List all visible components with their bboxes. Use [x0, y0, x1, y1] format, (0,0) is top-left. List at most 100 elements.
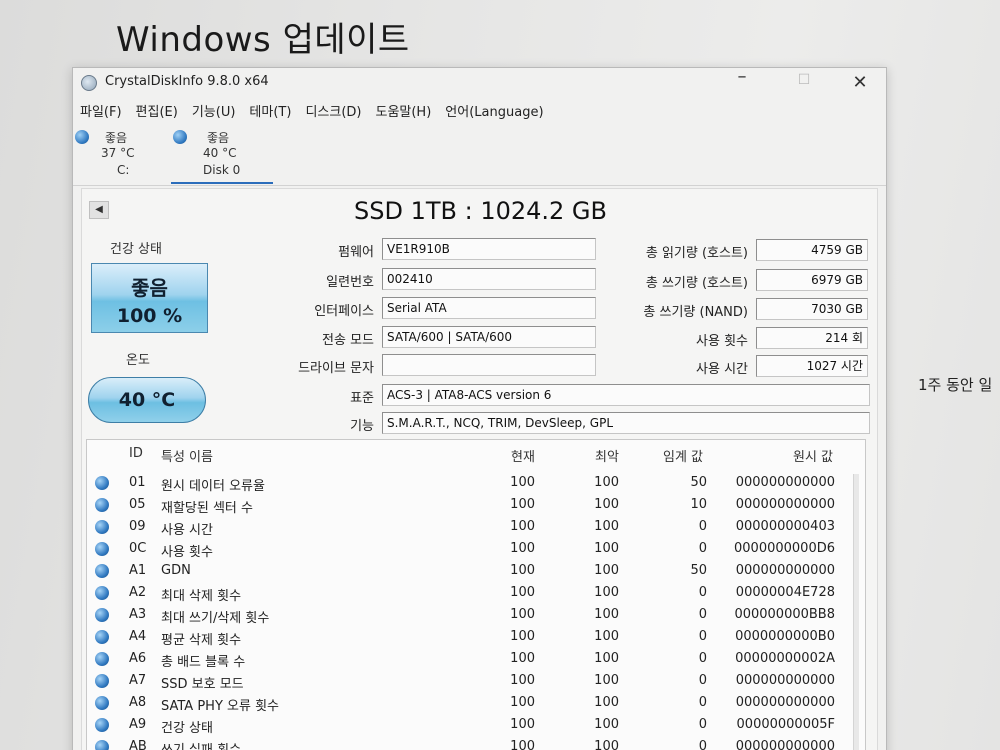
cell-worst: 100: [594, 651, 619, 666]
minimize-button[interactable]: –: [727, 68, 757, 87]
menu-edit[interactable]: 편집(E): [129, 102, 185, 124]
cell-worst: 100: [594, 563, 619, 578]
cell-threshold: 0: [698, 629, 707, 644]
cell-current: 100: [510, 475, 535, 490]
smart-attributes-table[interactable]: ID 특성 이름 현재 최악 임계 값 원시 값 01 원시 데이터 오류율 100…: [86, 439, 866, 750]
cell-threshold: 0: [698, 651, 707, 666]
table-row[interactable]: A2 최대 삭제 횟수 100 100 0 00000004E728: [87, 582, 865, 604]
cell-raw: 00000000005F: [736, 717, 835, 732]
header-current[interactable]: 현재: [511, 446, 535, 465]
menu-bar: 파일(F) 편집(E) 기능(U) 테마(T) 디스크(D) 도움말(H) 언어…: [73, 102, 551, 124]
cell-current: 100: [510, 695, 535, 710]
drive-status: 좋음: [105, 131, 128, 145]
background-side-text: 1주 동안 일: [918, 376, 993, 394]
table-row[interactable]: A4 평균 삭제 횟수 100 100 0 0000000000B0: [87, 626, 865, 648]
temperature-box[interactable]: 40 °C: [88, 377, 206, 423]
cell-worst: 100: [594, 497, 619, 512]
total-host-reads-value: 4759 GB: [756, 239, 868, 261]
cell-id: A2: [129, 585, 147, 600]
cell-current: 100: [510, 739, 535, 750]
status-dot-icon: [95, 586, 109, 600]
cell-current: 100: [510, 497, 535, 512]
status-dot-icon: [95, 718, 109, 732]
maximize-button[interactable]: ☐: [789, 72, 819, 88]
cell-raw: 00000000002A: [735, 651, 835, 666]
drive-tab-c[interactable]: 좋음 37 °C C:: [75, 128, 175, 184]
menu-language[interactable]: 언어(Language): [438, 102, 550, 124]
title-bar[interactable]: CrystalDiskInfo 9.8.0 x64 – ☐ ✕: [73, 68, 886, 100]
health-status-box[interactable]: 좋음 100 %: [91, 263, 208, 333]
menu-disk[interactable]: 디스크(D): [298, 102, 368, 124]
cell-raw: 0000000000B0: [735, 629, 835, 644]
transfer-mode-value: SATA/600 | SATA/600: [382, 326, 596, 348]
cell-threshold: 0: [698, 607, 707, 622]
background-page-title: Windows 업데이트: [116, 20, 410, 60]
cell-id: A7: [129, 673, 147, 688]
cell-threshold: 0: [698, 739, 707, 750]
status-dot-icon: [95, 542, 109, 556]
drive-selector: 좋음 37 °C C: 좋음 40 °C Disk 0: [73, 126, 886, 186]
table-row[interactable]: 0C 사용 횟수 100 100 0 0000000000D6: [87, 538, 865, 560]
firmware-value: VE1R910B: [382, 238, 596, 260]
header-raw[interactable]: 원시 값: [793, 446, 833, 465]
cell-name: 총 배드 블록 수: [161, 655, 246, 670]
table-row[interactable]: A8 SATA PHY 오류 횟수 100 100 0 000000000000: [87, 692, 865, 714]
cell-raw: 000000000000: [735, 695, 835, 710]
table-scrollbar[interactable]: [853, 474, 859, 750]
cell-raw: 000000000000: [735, 673, 835, 688]
menu-help[interactable]: 도움말(H): [368, 102, 438, 124]
status-dot-icon: [173, 130, 187, 144]
table-row[interactable]: 05 재할당된 섹터 수 100 100 10 000000000000: [87, 494, 865, 516]
cell-current: 100: [510, 607, 535, 622]
table-row[interactable]: 01 원시 데이터 오류율 100 100 50 000000000000: [87, 472, 865, 494]
menu-file[interactable]: 파일(F): [73, 102, 129, 124]
table-row[interactable]: A6 총 배드 블록 수 100 100 0 00000000002A: [87, 648, 865, 670]
menu-function[interactable]: 기능(U): [185, 102, 243, 124]
menu-theme[interactable]: 테마(T): [242, 102, 298, 124]
cell-worst: 100: [594, 519, 619, 534]
status-dot-icon: [95, 498, 109, 512]
cell-threshold: 0: [698, 519, 707, 534]
cell-current: 100: [510, 717, 535, 732]
status-dot-icon: [95, 476, 109, 490]
drive-name: C:: [117, 163, 130, 177]
cell-worst: 100: [594, 739, 619, 750]
health-label: 건강 상태: [110, 242, 162, 257]
status-dot-icon: [95, 674, 109, 688]
table-header: ID 특성 이름 현재 최악 임계 값 원시 값: [87, 446, 865, 468]
table-row[interactable]: A9 건강 상태 100 100 0 00000000005F: [87, 714, 865, 736]
header-name[interactable]: 특성 이름: [161, 446, 213, 465]
close-button[interactable]: ✕: [845, 72, 875, 93]
cell-worst: 100: [594, 717, 619, 732]
cell-threshold: 0: [698, 585, 707, 600]
header-id[interactable]: ID: [129, 446, 143, 461]
cell-worst: 100: [594, 673, 619, 688]
status-dot-icon: [95, 564, 109, 578]
cell-name: SATA PHY 오류 횟수: [161, 699, 279, 714]
cell-id: A8: [129, 695, 147, 710]
total-host-writes-label: 총 쓰기량 (호스트): [645, 276, 748, 291]
crystaldiskinfo-window: CrystalDiskInfo 9.8.0 x64 – ☐ ✕ 파일(F) 편집…: [72, 67, 887, 750]
table-row[interactable]: 09 사용 시간 100 100 0 000000000403: [87, 516, 865, 538]
status-dot-icon: [95, 652, 109, 666]
table-row[interactable]: AB쓰기 실패 횟수1001000000000000000: [87, 736, 865, 750]
total-host-writes-value: 6979 GB: [756, 269, 868, 291]
cell-name: SSD 보호 모드: [161, 677, 244, 692]
status-dot-icon: [95, 608, 109, 622]
table-row[interactable]: A3 최대 쓰기/삭제 횟수 100 100 0 000000000BB8: [87, 604, 865, 626]
cell-id: A9: [129, 717, 147, 732]
table-row[interactable]: A7 SSD 보호 모드 100 100 0 000000000000: [87, 670, 865, 692]
cell-id: 05: [129, 497, 146, 512]
header-threshold[interactable]: 임계 값: [663, 446, 703, 465]
cell-current: 100: [510, 585, 535, 600]
serial-value: 002410: [382, 268, 596, 290]
cell-threshold: 10: [690, 497, 707, 512]
status-dot-icon: [95, 696, 109, 710]
features-value: S.M.A.R.T., NCQ, TRIM, DevSleep, GPL: [382, 412, 870, 434]
header-worst[interactable]: 최악: [595, 446, 619, 465]
cell-raw: 00000004E728: [735, 585, 835, 600]
cell-id: 0C: [129, 541, 147, 556]
drive-tab-disk0[interactable]: 좋음 40 °C Disk 0: [171, 128, 273, 184]
total-nand-writes-value: 7030 GB: [756, 298, 868, 320]
table-row[interactable]: A1 GDN 100 100 50 000000000000: [87, 560, 865, 582]
